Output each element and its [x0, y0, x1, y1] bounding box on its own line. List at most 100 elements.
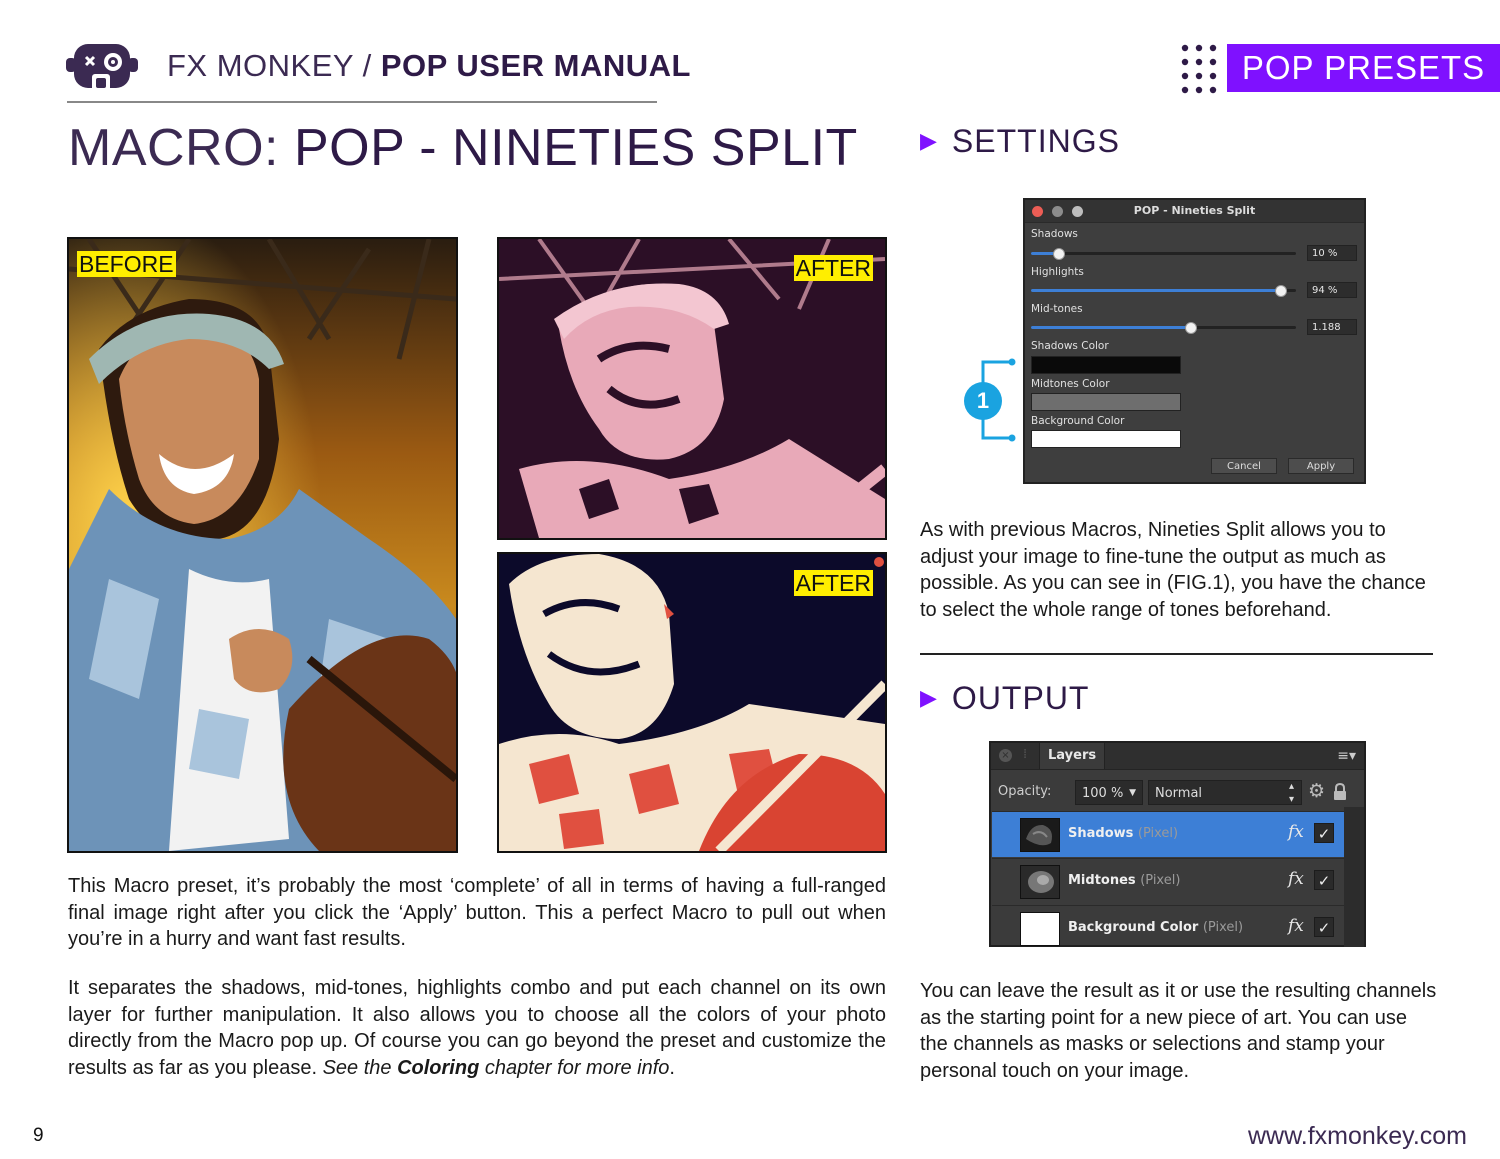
layer-thumbnail — [1020, 865, 1060, 899]
layer-thumbnail — [1020, 818, 1060, 852]
fx-icon[interactable]: fx — [1288, 916, 1304, 936]
shadows-value[interactable]: 10 % — [1307, 245, 1357, 261]
settings-heading: ▶ SETTINGS — [920, 123, 1120, 160]
after-photo-1-image — [499, 239, 885, 538]
opacity-label: Opacity: — [998, 784, 1052, 799]
title-prefix: MACRO: — [68, 119, 294, 177]
highlights-label: Highlights — [1031, 266, 1084, 278]
shadows-label: Shadows — [1031, 228, 1078, 240]
header-rule — [67, 101, 657, 103]
header-separator: / — [353, 48, 381, 83]
midtones-color-label: Midtones Color — [1031, 378, 1110, 390]
coloring-link[interactable]: Coloring — [397, 1057, 479, 1079]
settings-description: As with previous Macros, Nineties Split … — [920, 519, 1426, 621]
shadows-color-swatch[interactable] — [1031, 356, 1181, 374]
midtones-slider-handle[interactable] — [1185, 322, 1197, 334]
settings-heading-text: SETTINGS — [951, 123, 1120, 159]
background-color-swatch[interactable] — [1031, 430, 1181, 448]
layer-row-background-color[interactable]: Background Color (Pixel) fx ✓ — [992, 905, 1344, 951]
callout-number: 1 — [976, 388, 990, 413]
header-title: FX MONKEY / POP USER MANUAL — [167, 48, 691, 84]
midtones-color-swatch[interactable] — [1031, 393, 1181, 411]
dots-grid-icon — [1181, 44, 1217, 94]
shadows-slider-handle[interactable] — [1052, 248, 1065, 260]
details-paragraph: It separates the shadows, mid-tones, hig… — [68, 975, 886, 1081]
layer-name: Shadows (Pixel) — [1068, 826, 1178, 841]
highlights-value[interactable]: 94 % — [1307, 282, 1357, 298]
layer-type: (Pixel) — [1140, 873, 1181, 888]
section-tab: POP PRESETS — [1227, 44, 1500, 92]
website-link[interactable]: www.fxmonkey.com — [1248, 1122, 1467, 1151]
before-photo: BEFORE — [67, 237, 458, 853]
title-name: POP - NINETIES SPLIT — [293, 119, 858, 177]
blend-mode-dropdown[interactable]: Normal ▴ ▾ — [1148, 780, 1302, 805]
before-label: BEFORE — [77, 251, 176, 277]
layer-type: (Pixel) — [1202, 920, 1244, 935]
apply-button[interactable]: Apply — [1288, 458, 1354, 474]
manual-name: POP USER MANUAL — [380, 48, 691, 83]
midtones-slider[interactable] — [1031, 322, 1296, 334]
midtones-value[interactable]: 1.188 — [1307, 319, 1357, 335]
brand-name: FX MONKEY — [167, 48, 354, 83]
triangle-icon: ▶ — [920, 128, 938, 153]
period-text: . — [669, 1056, 675, 1079]
after-label-1: AFTER — [793, 255, 873, 281]
highlights-slider-fill — [1031, 289, 1281, 292]
after-photo-2-image — [499, 554, 885, 851]
background-color-label: Background Color — [1031, 415, 1125, 427]
tab-layers[interactable]: Layers — [1039, 743, 1106, 769]
see-text: See the — [322, 1056, 398, 1079]
layers-scrollbar[interactable] — [1344, 807, 1364, 947]
macro-dialog: POP - Nineties Split Shadows 10 % Highli… — [1023, 198, 1366, 484]
shadows-color-label: Shadows Color — [1031, 340, 1109, 352]
triangle-icon: ▶ — [920, 685, 938, 710]
dialog-title: POP - Nineties Split — [1133, 204, 1256, 217]
midtones-label: Mid-tones — [1031, 303, 1083, 315]
layers-panel: × ⁞ Layers ≡▾ Opacity: 100 % ▼ Normal ▴ ▾ ⚙… — [989, 741, 1366, 947]
layer-name: Background Color (Pixel) — [1068, 920, 1243, 935]
layer-name: Midtones (Pixel) — [1068, 873, 1180, 888]
fx-icon[interactable]: fx — [1288, 869, 1304, 889]
close-panel-icon[interactable]: × — [999, 749, 1012, 762]
after-photo-2: AFTER — [497, 552, 887, 853]
fx-icon[interactable]: fx — [1288, 822, 1304, 842]
after-label-2: AFTER — [793, 570, 873, 596]
layer-name-text: Midtones — [1068, 873, 1136, 888]
cancel-button[interactable]: Cancel — [1211, 458, 1277, 474]
midtones-slider-fill — [1031, 326, 1190, 329]
monkey-head-icon — [66, 44, 138, 92]
layer-row-shadows[interactable]: Shadows (Pixel) fx ✓ — [992, 811, 1344, 857]
chapter-text: chapter for more info — [479, 1056, 670, 1079]
layer-type: (Pixel) — [1137, 826, 1179, 841]
page-title: MACRO: POP - NINETIES SPLIT — [68, 118, 858, 178]
layer-row-midtones[interactable]: Midtones (Pixel) fx ✓ — [992, 858, 1344, 904]
gear-icon[interactable]: ⚙ — [1308, 780, 1325, 802]
visibility-checkbox[interactable]: ✓ — [1314, 870, 1334, 890]
highlights-slider-handle[interactable] — [1275, 285, 1288, 297]
blend-mode-value: Normal — [1155, 786, 1203, 801]
visibility-checkbox[interactable]: ✓ — [1314, 917, 1334, 937]
lock-icon[interactable] — [1333, 783, 1347, 801]
output-heading: ▶ OUTPUT — [920, 680, 1089, 717]
output-heading-text: OUTPUT — [951, 680, 1090, 716]
visibility-checkbox[interactable]: ✓ — [1314, 823, 1334, 843]
page-number: 9 — [33, 1125, 44, 1146]
layer-name-text: Shadows — [1068, 826, 1134, 841]
section-divider — [920, 653, 1433, 655]
intro-paragraph: This Macro preset, it’s probably the mos… — [68, 875, 886, 950]
chevron-down-icon: ▼ — [1129, 788, 1136, 798]
panel-menu-icon[interactable]: ≡▾ — [1337, 748, 1356, 764]
layer-name-text: Background Color — [1068, 920, 1199, 935]
shadows-slider[interactable] — [1031, 248, 1296, 260]
opacity-dropdown[interactable]: 100 % ▼ — [1075, 780, 1143, 805]
stepper-arrows-icon: ▴ ▾ — [1288, 781, 1294, 805]
highlights-slider[interactable] — [1031, 285, 1296, 297]
output-description: You can leave the result as it or use th… — [920, 980, 1437, 1082]
layers-panel-header: × ⁞ Layers ≡▾ — [991, 743, 1364, 770]
panel-grip-icon[interactable]: ⁞ — [1023, 747, 1027, 762]
before-photo-image — [69, 239, 456, 851]
opacity-value: 100 % — [1082, 786, 1124, 801]
after-photo-1: AFTER — [497, 237, 887, 540]
dialog-titlebar: POP - Nineties Split — [1025, 200, 1364, 223]
layer-thumbnail — [1020, 912, 1060, 946]
